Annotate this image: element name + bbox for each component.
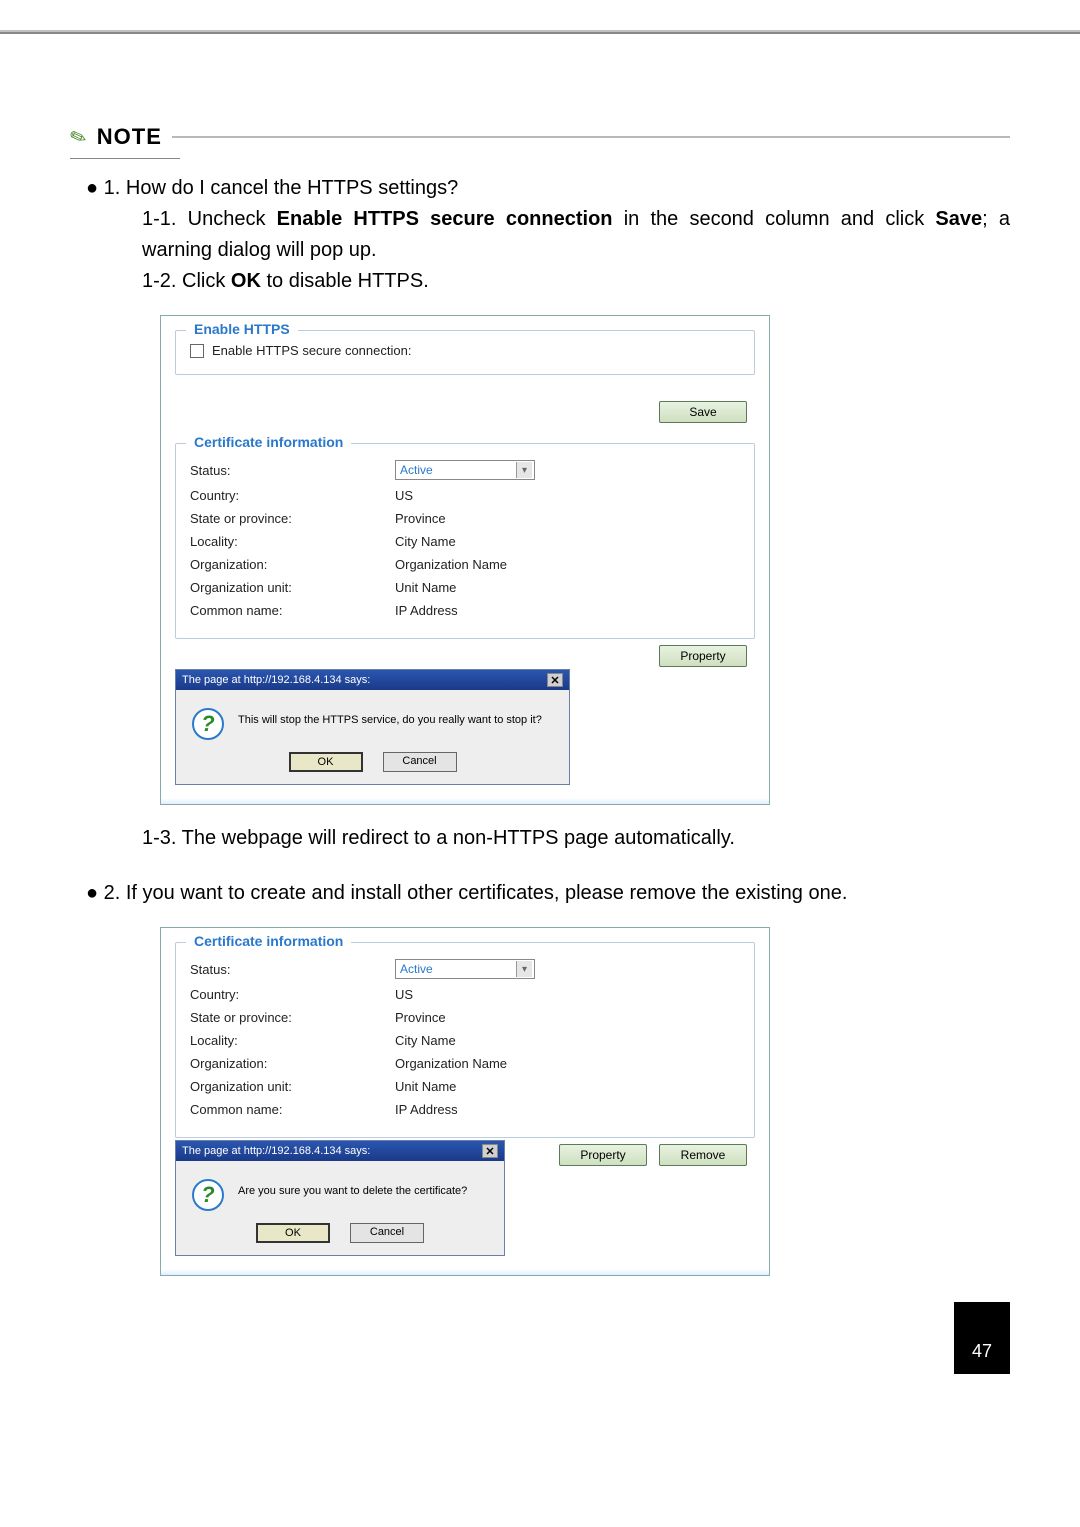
q1-1-bold1: Enable HTTPS secure connection — [277, 208, 613, 230]
label-country: Country: — [190, 488, 395, 503]
confirm-dialog-delete-cert: The page at http://192.168.4.134 says: ✕… — [175, 1140, 755, 1256]
cancel-button[interactable]: Cancel — [350, 1223, 424, 1243]
q1-1-prefix: 1-1. Uncheck — [142, 208, 277, 230]
note-heading: ✎ NOTE — [70, 124, 1010, 150]
q2: ● 2. If you want to create and install o… — [106, 878, 1010, 909]
label-locality: Locality: — [190, 534, 395, 549]
value-common: IP Address — [395, 1102, 458, 1117]
property-button[interactable]: Property — [659, 645, 747, 667]
q1-step1: 1-1. Uncheck Enable HTTPS secure connect… — [142, 204, 1010, 266]
enable-https-checkbox-label: Enable HTTPS secure connection: — [212, 343, 411, 358]
legend-enable-https: Enable HTTPS — [186, 321, 298, 337]
value-country: US — [395, 488, 413, 503]
note-underline — [70, 158, 180, 159]
ok-button[interactable]: OK — [289, 752, 363, 772]
q1-step3: 1-3. The webpage will redirect to a non-… — [142, 823, 1010, 854]
page-number: 47 — [954, 1302, 1010, 1374]
close-icon[interactable]: ✕ — [547, 673, 563, 687]
label-status: Status: — [190, 962, 395, 977]
fieldset-enable-https: Enable HTTPS Enable HTTPS secure connect… — [175, 330, 755, 375]
heading-rule — [172, 136, 1010, 138]
value-country: US — [395, 987, 413, 1002]
chevron-down-icon: ▾ — [516, 961, 532, 977]
label-state: State or province: — [190, 511, 395, 526]
dialog-message: Are you sure you want to delete the cert… — [238, 1179, 467, 1197]
label-common: Common name: — [190, 603, 395, 618]
label-common: Common name: — [190, 1102, 395, 1117]
dialog-titlebar: The page at http://192.168.4.134 says: ✕ — [176, 1141, 504, 1161]
legend-cert-info: Certificate information — [186, 933, 351, 949]
value-common: IP Address — [395, 603, 458, 618]
value-org: Organization Name — [395, 557, 507, 572]
save-button[interactable]: Save — [659, 401, 747, 423]
label-org-unit: Organization unit: — [190, 1079, 395, 1094]
legend-cert-info: Certificate information — [186, 434, 351, 450]
q1-1-bold2: Save — [935, 208, 982, 230]
q1-2-bold: OK — [231, 270, 261, 292]
label-org: Organization: — [190, 557, 395, 572]
screenshot-remove-cert: Certificate information Status: Active▾ … — [160, 927, 770, 1276]
label-country: Country: — [190, 987, 395, 1002]
fieldset-cert-info-2: Certificate information Status: Active▾ … — [175, 942, 755, 1138]
pen-icon: ✎ — [66, 122, 90, 151]
question-icon: ? — [192, 708, 224, 740]
status-select[interactable]: Active ▾ — [395, 460, 535, 480]
dialog-title-text: The page at http://192.168.4.134 says: — [182, 1145, 370, 1157]
label-org-unit: Organization unit: — [190, 580, 395, 595]
label-state: State or province: — [190, 1010, 395, 1025]
close-icon[interactable]: ✕ — [482, 1144, 498, 1158]
page-content: ✎ NOTE ● 1. How do I cancel the HTTPS se… — [0, 30, 1080, 1414]
page-footer: 47 — [70, 1294, 1010, 1374]
value-org-unit: Unit Name — [395, 580, 456, 595]
q1-1-mid: in the second column and click — [613, 208, 936, 230]
dialog-message: This will stop the HTTPS service, do you… — [238, 708, 542, 726]
dialog-title-text: The page at http://192.168.4.134 says: — [182, 674, 370, 686]
label-org: Organization: — [190, 1056, 395, 1071]
q1-intro: ● 1. How do I cancel the HTTPS settings? — [106, 173, 1010, 204]
status-select[interactable]: Active ▾ — [395, 959, 535, 979]
chevron-down-icon: ▾ — [516, 462, 532, 478]
enable-https-checkbox[interactable] — [190, 344, 204, 358]
value-locality: City Name — [395, 1033, 456, 1048]
value-locality: City Name — [395, 534, 456, 549]
q1-step2: 1-2. Click OK to disable HTTPS. — [142, 266, 1010, 297]
q1-2-prefix: 1-2. Click — [142, 270, 231, 292]
value-org-unit: Unit Name — [395, 1079, 456, 1094]
status-value: Active — [400, 463, 433, 477]
q1-2-suffix: to disable HTTPS. — [261, 270, 429, 292]
value-state: Province — [395, 1010, 446, 1025]
status-value: Active — [400, 962, 433, 976]
note-label: NOTE — [97, 124, 162, 150]
dialog-titlebar: The page at http://192.168.4.134 says: ✕ — [176, 670, 569, 690]
label-locality: Locality: — [190, 1033, 395, 1048]
screenshot-disable-https: Enable HTTPS Enable HTTPS secure connect… — [160, 315, 770, 805]
fieldset-cert-info-1: Certificate information Status: Active▾ … — [175, 443, 755, 639]
value-org: Organization Name — [395, 1056, 507, 1071]
confirm-dialog-stop-https: The page at http://192.168.4.134 says: ✕… — [175, 669, 755, 785]
ok-button[interactable]: OK — [256, 1223, 330, 1243]
question-icon: ? — [192, 1179, 224, 1211]
cancel-button[interactable]: Cancel — [383, 752, 457, 772]
enable-https-checkbox-row: Enable HTTPS secure connection: — [190, 343, 740, 358]
label-status: Status: — [190, 463, 395, 478]
value-state: Province — [395, 511, 446, 526]
